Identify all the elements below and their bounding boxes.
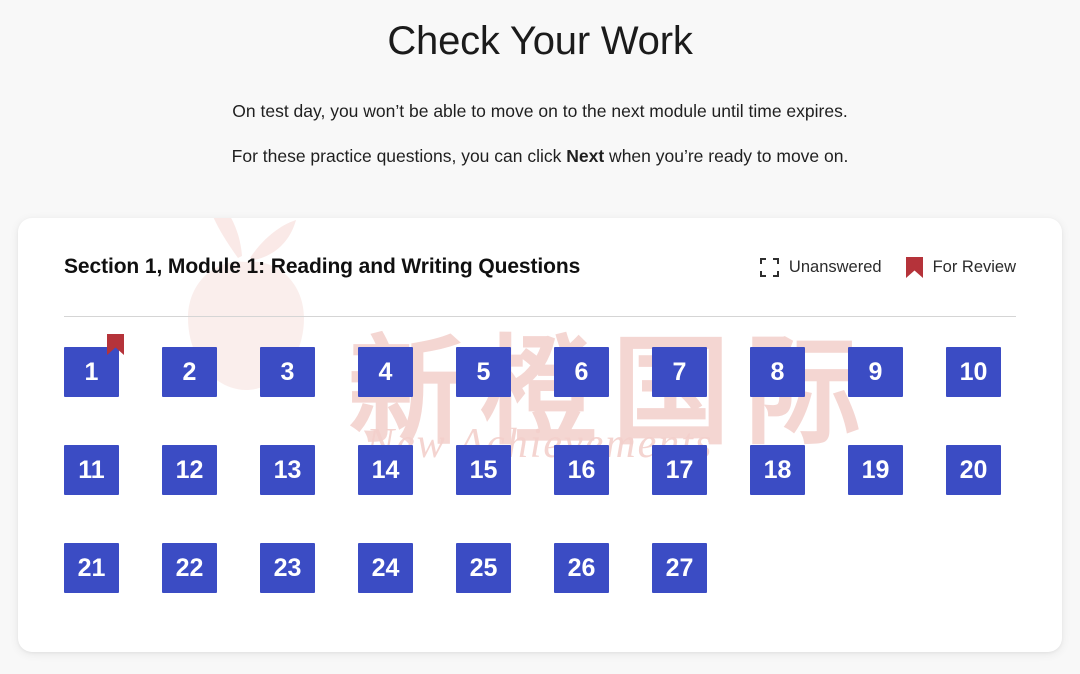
question-row-1: 1 2 3 4 5 6 7 8 9 10 xyxy=(64,334,1016,397)
intro-line-1: On test day, you won’t be able to move o… xyxy=(232,101,848,121)
section-title: Section 1, Module 1: Reading and Writing… xyxy=(64,255,581,278)
card-content: Section 1, Module 1: Reading and Writing… xyxy=(18,218,1062,593)
question-button-18[interactable]: 18 xyxy=(750,445,805,495)
question-button-6[interactable]: 6 xyxy=(554,347,609,397)
question-button-22[interactable]: 22 xyxy=(162,543,217,593)
question-button-9[interactable]: 9 xyxy=(848,347,903,397)
question-button-12[interactable]: 12 xyxy=(162,445,217,495)
header-divider xyxy=(64,316,1016,317)
legend-label-unanswered: Unanswered xyxy=(788,257,882,276)
question-button-3[interactable]: 3 xyxy=(260,347,315,397)
question-button-1[interactable]: 1 xyxy=(64,334,124,397)
question-button-23[interactable]: 23 xyxy=(260,543,315,593)
question-button-13[interactable]: 13 xyxy=(260,445,315,495)
question-button-7[interactable]: 7 xyxy=(652,347,707,397)
intro-next-keyword: Next xyxy=(566,145,605,166)
legend-item-for-review: For Review xyxy=(905,256,1016,278)
bookmark-flag-icon xyxy=(905,256,923,278)
question-button-5[interactable]: 5 xyxy=(456,347,511,397)
question-button-14[interactable]: 14 xyxy=(358,445,413,495)
intro-line-2: For these practice questions, you can cl… xyxy=(0,145,1080,169)
check-your-work-page: Check Your Work On test day, you won’t b… xyxy=(0,0,1080,674)
question-button-4[interactable]: 4 xyxy=(358,347,413,397)
question-button-8[interactable]: 8 xyxy=(750,347,805,397)
dashed-square-icon xyxy=(759,257,779,277)
question-review-flag-icon xyxy=(107,334,124,355)
question-button-20[interactable]: 20 xyxy=(946,445,1001,495)
question-button-19[interactable]: 19 xyxy=(848,445,903,495)
legend-item-unanswered: Unanswered xyxy=(759,257,882,277)
legend: Unanswered For Review xyxy=(759,256,1016,278)
question-grid: 1 2 3 4 5 6 7 8 9 10 11 12 13 14 15 16 1… xyxy=(64,334,1016,593)
question-button-21[interactable]: 21 xyxy=(64,543,119,593)
question-button-10[interactable]: 10 xyxy=(946,347,1001,397)
question-button-17[interactable]: 17 xyxy=(652,445,707,495)
question-button-16[interactable]: 16 xyxy=(554,445,609,495)
card-header: Section 1, Module 1: Reading and Writing… xyxy=(64,218,1016,316)
intro-line-2-after: when you’re ready to move on. xyxy=(604,145,849,166)
question-button-27[interactable]: 27 xyxy=(652,543,707,593)
question-button-15[interactable]: 15 xyxy=(456,445,511,495)
intro-text: On test day, you won’t be able to move o… xyxy=(0,100,1080,168)
intro-line-2-before: For these practice questions, you can cl… xyxy=(231,145,567,166)
question-button-11[interactable]: 11 xyxy=(64,445,119,495)
question-button-26[interactable]: 26 xyxy=(554,543,609,593)
question-row-3: 21 22 23 24 25 26 27 xyxy=(64,543,1016,593)
question-row-2: 11 12 13 14 15 16 17 18 19 20 xyxy=(64,445,1016,495)
page-title: Check Your Work xyxy=(387,19,693,63)
legend-label-for-review: For Review xyxy=(932,257,1016,276)
question-review-card: 新橙国际 New Achievements Section 1, Module … xyxy=(18,218,1062,652)
question-button-24[interactable]: 24 xyxy=(358,543,413,593)
question-button-25[interactable]: 25 xyxy=(456,543,511,593)
question-button-2[interactable]: 2 xyxy=(162,347,217,397)
